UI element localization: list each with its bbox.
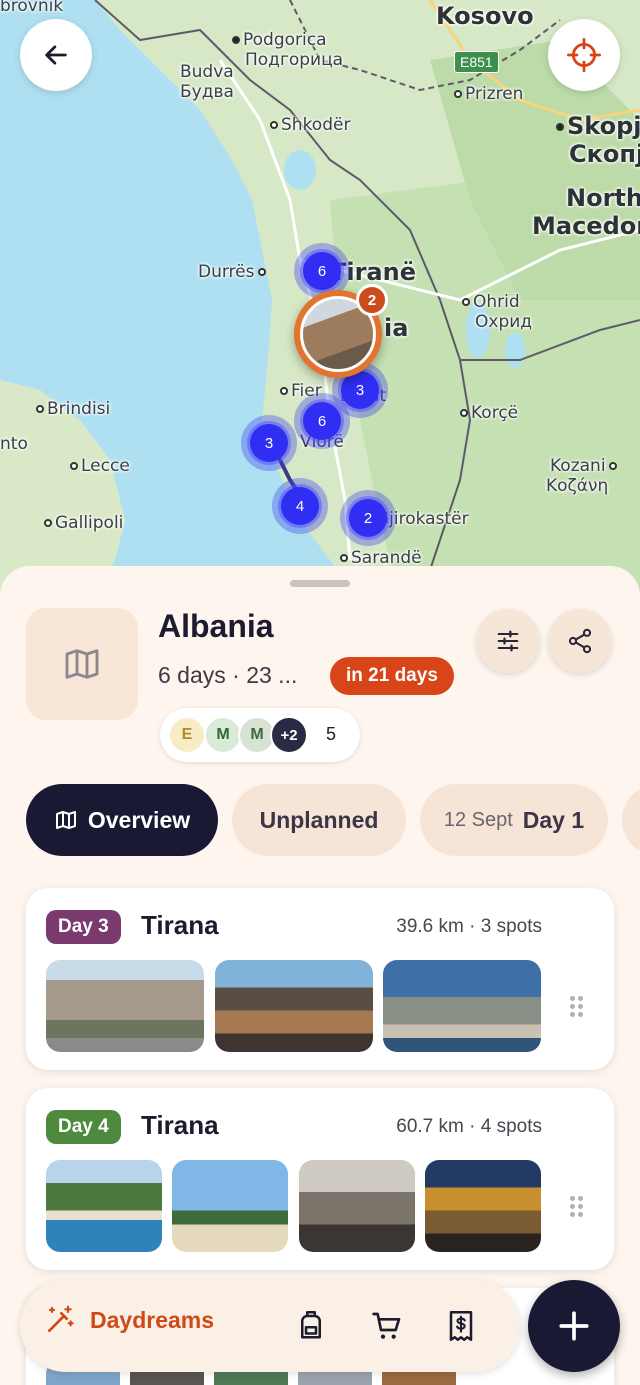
map-label-prizren: Prizren (454, 84, 523, 104)
city-dot-icon (36, 405, 44, 413)
trip-members[interactable]: E M M +2 5 (160, 708, 360, 762)
share-icon (568, 628, 592, 654)
city-dot-icon (556, 123, 564, 131)
tab-day-1[interactable]: 12 Sept Day 1 (420, 784, 608, 856)
city-dot-icon (454, 90, 462, 98)
spot-photo[interactable] (299, 1160, 415, 1252)
sheet-grabber[interactable] (290, 580, 350, 587)
map-label-brindisi: Brindisi (36, 399, 110, 419)
city-dot-icon (340, 554, 348, 562)
pin-count-badge: 2 (356, 284, 388, 316)
map-label-gallipoli: Gallipoli (44, 513, 123, 533)
map-label-lecce: Lecce (70, 456, 130, 476)
share-button[interactable] (548, 609, 612, 673)
spot-photo[interactable] (215, 960, 373, 1052)
cart-icon (372, 1312, 401, 1339)
city-dot-icon (462, 298, 470, 306)
filter-button[interactable] (476, 609, 540, 673)
city-dot-icon (460, 409, 468, 417)
day-city: Tirana (141, 910, 219, 940)
daydreams-button[interactable]: Daydreams (44, 1304, 214, 1336)
map-icon (65, 649, 99, 679)
map-cluster[interactable]: 3 (241, 415, 297, 471)
expenses-button[interactable] (444, 1308, 478, 1344)
day-stats: 60.7 km · 4 spots (396, 1116, 542, 1137)
map-label-shkoder: Shkodër (270, 115, 350, 135)
receipt-icon (449, 1311, 473, 1341)
avatar: M (204, 716, 242, 754)
add-button[interactable] (528, 1280, 620, 1372)
tab-overview[interactable]: Overview (26, 784, 218, 856)
map-icon (55, 811, 76, 829)
countdown-badge: in 21 days (330, 657, 454, 695)
city-dot-icon (44, 519, 52, 527)
tab-unplanned[interactable]: Unplanned (232, 784, 406, 856)
drag-handle-icon[interactable] (570, 1196, 584, 1218)
day-badge: Day 4 (46, 1110, 121, 1144)
city-dot-icon (232, 36, 240, 44)
bottom-toolbar: Daydreams (20, 1280, 520, 1372)
backpack-icon (301, 1311, 321, 1339)
map-cluster[interactable]: 6 (294, 393, 350, 449)
back-button[interactable] (20, 19, 92, 91)
trip-title: Albania (158, 608, 274, 644)
day-stats: 39.6 km · 3 spots (396, 916, 542, 937)
trip-summary: 6 days · 23 ... (158, 662, 298, 688)
map-label-kozani: Kozani Κοζάνη (546, 456, 620, 496)
packing-button[interactable] (294, 1308, 328, 1344)
spot-photo[interactable] (46, 960, 204, 1052)
city-dot-icon (257, 268, 266, 276)
map-cluster[interactable]: 4 (272, 478, 328, 534)
map-label-albania: ia (384, 314, 409, 342)
city-dot-icon (270, 121, 278, 129)
map-label-korce: Korçë (460, 403, 518, 423)
map-label-ohrid: Ohrid Охрид (462, 292, 532, 332)
city-dot-icon (70, 462, 78, 470)
city-dot-icon (280, 387, 288, 395)
avatar: E (168, 716, 206, 754)
spot-photo[interactable] (383, 960, 541, 1052)
sliders-icon (497, 630, 519, 652)
trip-sheet: Albania 6 days · 23 ... in 21 days E M M… (0, 566, 640, 1385)
spot-photo[interactable] (425, 1160, 541, 1252)
magic-wand-icon (48, 1305, 74, 1332)
city-dot-icon (608, 462, 617, 470)
member-count: 5 (326, 724, 337, 744)
map-label-skopje: Skopje Скопје (556, 112, 640, 168)
drag-handle-icon[interactable] (570, 996, 584, 1018)
tab-day-2[interactable] (622, 784, 640, 856)
shopping-button[interactable] (370, 1308, 404, 1344)
map-view[interactable]: brovnik Kosovo Podgorica Подгорица Budva… (0, 0, 640, 600)
spot-photo[interactable] (172, 1160, 288, 1252)
map-label-north-macedonia: NorthMacedon (532, 184, 640, 240)
trip-cover[interactable] (26, 608, 138, 720)
crosshair-icon (567, 38, 601, 72)
road-badge: E851 (454, 51, 499, 73)
day-tabs: Overview Unplanned 12 Sept Day 1 (0, 784, 640, 858)
map-label-budva: Budva Будва (180, 62, 234, 102)
map-cluster[interactable]: 2 (340, 490, 396, 546)
locate-button[interactable] (548, 19, 620, 91)
plus-icon (559, 1311, 589, 1341)
map-label-durres: Durrës (198, 262, 269, 282)
day-badge: Day 3 (46, 910, 121, 944)
arrow-left-icon (45, 45, 67, 65)
map-label-taranto: nto (0, 434, 28, 454)
day-city: Tirana (141, 1110, 219, 1140)
spot-photo[interactable] (46, 1160, 162, 1252)
map-label-podgorica: Podgorica Подгорица (232, 30, 343, 70)
day-card[interactable]: Day 4 Tirana 60.7 km · 4 spots (26, 1088, 614, 1270)
map-label-kosovo: Kosovo (436, 2, 534, 30)
map-label-sarande: Sarandë (340, 548, 422, 568)
avatar-more: +2 (270, 716, 308, 754)
map-label-dubrovnik: brovnik (0, 0, 64, 16)
day-card[interactable]: Day 3 Tirana 39.6 km · 3 spots (26, 888, 614, 1070)
